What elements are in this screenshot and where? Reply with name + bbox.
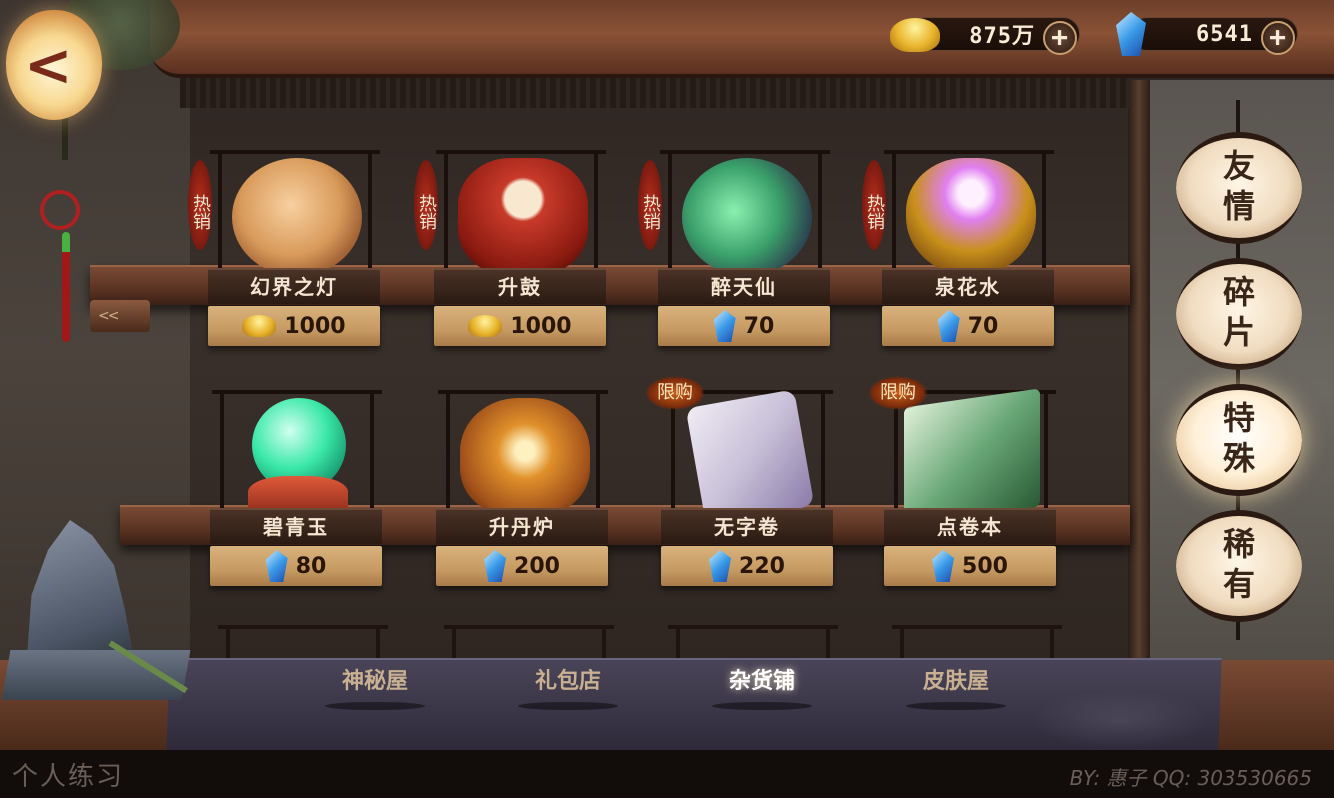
back-button[interactable]: < <box>6 10 102 120</box>
item-price: 200 <box>514 553 560 579</box>
back-arrow-icon: < <box>24 31 73 99</box>
tab-label: 神秘屋 <box>341 668 408 694</box>
item-name: 幻界之灯 <box>208 268 380 304</box>
price-button[interactable]: 500 <box>884 546 1056 586</box>
gem-amount-box: 6541 + <box>1130 17 1298 55</box>
lantern-label: 特殊 <box>1222 399 1255 477</box>
item-name: 无字卷 <box>661 508 833 544</box>
lantern-label: 碎片 <box>1222 273 1255 351</box>
footer-bar: 个人练习 BY: 惠子 QQ: 303530665 <box>0 750 1334 798</box>
item-name: 升丹炉 <box>436 508 608 544</box>
crystal-icon <box>709 550 732 582</box>
tab-label: 皮肤屋 <box>922 668 989 694</box>
hot-sale-tag: 热销 <box>862 160 886 250</box>
drum-item-icon <box>458 158 588 276</box>
cloud-decoration <box>1030 690 1210 750</box>
footer-credit: BY: 惠子 QQ: 303530665 <box>1069 766 1312 790</box>
lantern-label: 友情 <box>1222 147 1255 225</box>
chinese-knot-icon <box>40 190 80 230</box>
tab-label: 礼包店 <box>534 668 601 694</box>
footer-title: 个人练习 <box>12 762 125 792</box>
price-button[interactable]: 1000 <box>434 306 606 346</box>
item-price: 1000 <box>510 313 572 339</box>
shop-item[interactable]: 限购 点卷本 500 <box>868 376 1068 610</box>
item-name: 泉花水 <box>882 268 1054 304</box>
item-price: 500 <box>962 553 1008 579</box>
furnace-item-icon <box>460 398 590 516</box>
tab-friendship[interactable]: 友情 <box>1176 132 1302 244</box>
tab-mystery-house[interactable]: 神秘屋 <box>305 664 445 710</box>
shop-item[interactable]: 升丹炉 200 <box>430 390 620 610</box>
gem-amount: 6541 <box>1196 21 1253 47</box>
gold-amount: 875万 <box>969 24 1035 49</box>
price-button[interactable]: 70 <box>882 306 1054 346</box>
tassel-decoration <box>62 232 70 342</box>
price-button[interactable]: 200 <box>436 546 608 586</box>
price-button[interactable]: 70 <box>658 306 830 346</box>
crystal-icon <box>265 550 288 582</box>
inkstone-decoration <box>1 520 191 710</box>
hot-sale-tag: 热销 <box>638 160 662 250</box>
crystal-icon <box>713 310 736 342</box>
hot-sale-tag: 热销 <box>188 160 212 250</box>
shop-item[interactable]: 热销 幻界之灯 1000 <box>188 150 392 370</box>
price-button[interactable]: 220 <box>661 546 833 586</box>
gold-currency: 875万 + <box>890 14 1080 55</box>
item-price: 80 <box>295 553 327 579</box>
tab-fragments[interactable]: 碎片 <box>1176 258 1302 370</box>
lantern-item-icon <box>232 158 362 276</box>
item-price: 220 <box>739 553 785 579</box>
shop-item[interactable]: 限购 无字卷 220 <box>645 376 845 610</box>
item-name: 点卷本 <box>884 508 1056 544</box>
item-price: 70 <box>743 313 775 339</box>
limited-tag: 限购 <box>868 376 928 410</box>
tab-label: 杂货铺 <box>728 668 795 694</box>
flower-bowl-item-icon <box>906 158 1036 276</box>
price-button[interactable]: 80 <box>210 546 382 586</box>
crystal-icon <box>484 550 507 582</box>
limited-tag: 限购 <box>645 376 705 410</box>
item-name: 碧青玉 <box>210 508 382 544</box>
item-price: 1000 <box>284 313 346 339</box>
shop-item[interactable]: 热销 升鼓 1000 <box>414 150 618 370</box>
gold-ingot-icon <box>468 315 503 337</box>
item-name: 醉天仙 <box>658 268 830 304</box>
gem-currency: 6541 + <box>1116 12 1298 56</box>
add-gold-button[interactable]: + <box>1043 21 1077 55</box>
gold-ingot-icon <box>242 315 277 337</box>
hot-sale-tag: 热销 <box>414 160 438 250</box>
shelf-scroll-arrow[interactable]: << <box>90 300 150 332</box>
gold-ingot-icon <box>890 18 940 52</box>
tab-special[interactable]: 特殊 <box>1176 384 1302 496</box>
shop-item[interactable]: 热销 醉天仙 70 <box>638 150 842 370</box>
lantern-label: 稀有 <box>1222 525 1255 603</box>
shop-screen: << 热销 幻界之灯 1000 热销 升鼓 1000 热销 醉天仙 70 热销 … <box>0 0 1334 798</box>
add-gem-button[interactable]: + <box>1261 21 1295 55</box>
price-button[interactable]: 1000 <box>208 306 380 346</box>
shop-item[interactable]: 碧青玉 80 <box>204 390 394 610</box>
item-price: 70 <box>967 313 999 339</box>
item-name: 升鼓 <box>434 268 606 304</box>
tab-general-store[interactable]: 杂货铺 <box>692 664 832 710</box>
window-blinds <box>180 78 1130 108</box>
crystal-icon <box>932 550 955 582</box>
shop-item[interactable]: 热销 泉花水 70 <box>862 150 1066 370</box>
tab-skin-house[interactable]: 皮肤屋 <box>886 664 1026 710</box>
wine-gourd-item-icon <box>682 158 812 276</box>
tab-gift-shop[interactable]: 礼包店 <box>498 664 638 710</box>
tab-rare[interactable]: 稀有 <box>1176 510 1302 622</box>
right-post <box>1128 80 1150 680</box>
crystal-icon <box>937 310 960 342</box>
